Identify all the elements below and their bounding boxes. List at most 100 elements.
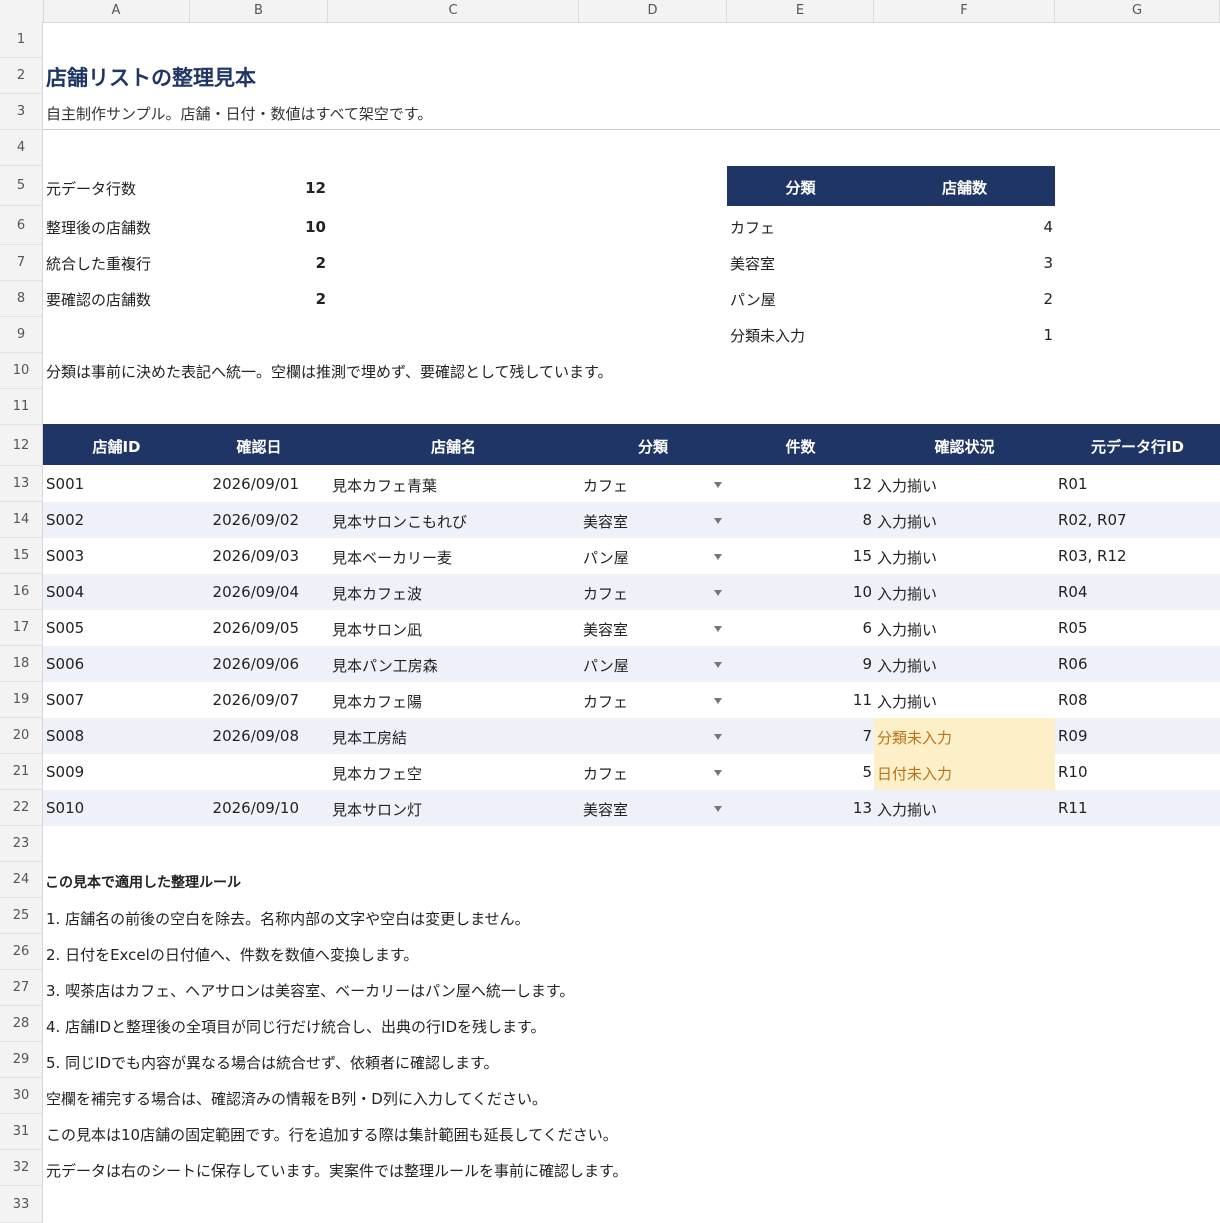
note-text[interactable]: 分類は事前に決めた表記へ統一。空欄は推測で埋めず、要確認として残しています。 — [46, 361, 613, 382]
cell-store-name[interactable]: 見本カフェ波 — [332, 583, 572, 604]
rule-item[interactable]: 5. 同じIDでも内容が異なる場合は統合せず、依頼者に確認します。 — [46, 1052, 499, 1073]
cell-store-id[interactable]: S002 — [46, 511, 186, 529]
category-name[interactable]: 分類未入力 — [730, 325, 805, 346]
dropdown-arrow-icon[interactable] — [714, 806, 722, 812]
cell-source-row-id[interactable]: R01 — [1058, 475, 1218, 493]
cell-source-row-id[interactable]: R03, R12 — [1058, 547, 1218, 565]
row-header[interactable]: 16 — [0, 574, 43, 610]
column-header-g[interactable]: G — [1055, 0, 1220, 22]
cell-store-id[interactable]: S004 — [46, 583, 186, 601]
row-header[interactable]: 6 — [0, 206, 43, 245]
row-header[interactable]: 19 — [0, 682, 43, 718]
row-header[interactable]: 17 — [0, 610, 43, 646]
row-header[interactable]: 10 — [0, 353, 43, 389]
cell-count[interactable]: 10 — [727, 583, 872, 601]
dropdown-arrow-icon[interactable] — [714, 662, 722, 668]
cell-status[interactable]: 日付未入力 — [877, 763, 1053, 784]
cell-status[interactable]: 入力揃い — [877, 655, 1053, 676]
column-header-e[interactable]: E — [727, 0, 874, 22]
column-header-c[interactable]: C — [328, 0, 579, 22]
header-check-date[interactable]: 確認日 — [190, 436, 328, 457]
cell-store-id[interactable]: S001 — [46, 475, 186, 493]
summary-value[interactable]: 10 — [190, 218, 326, 236]
cell-source-row-id[interactable]: R04 — [1058, 583, 1218, 601]
category-count[interactable]: 2 — [874, 290, 1053, 308]
category-header-cell[interactable]: 分類 — [727, 177, 874, 198]
cell-check-date[interactable]: 2026/09/03 — [190, 547, 299, 565]
row-header[interactable]: 25 — [0, 898, 43, 934]
cell-status[interactable]: 入力揃い — [877, 583, 1053, 604]
cell-status[interactable]: 入力揃い — [877, 691, 1053, 712]
cell-count[interactable]: 12 — [727, 475, 872, 493]
column-header-d[interactable]: D — [579, 0, 727, 22]
cell-store-name[interactable]: 見本工房結 — [332, 727, 572, 748]
row-header[interactable]: 8 — [0, 281, 43, 317]
cell-store-name[interactable]: 見本サロン凪 — [332, 619, 572, 640]
row-header[interactable]: 9 — [0, 317, 43, 353]
cell-status[interactable]: 入力揃い — [877, 511, 1053, 532]
cell-category[interactable]: 美容室 — [583, 511, 693, 532]
select-all-corner[interactable] — [0, 0, 44, 22]
cell-store-id[interactable]: S006 — [46, 655, 186, 673]
category-count[interactable]: 3 — [874, 254, 1053, 272]
cell-store-name[interactable]: 見本カフェ青葉 — [332, 475, 572, 496]
cell-store-id[interactable]: S003 — [46, 547, 186, 565]
usage-note[interactable]: 元データは右のシートに保存しています。実案件では整理ルールを事前に確認します。 — [46, 1160, 628, 1181]
category-count[interactable]: 4 — [874, 218, 1053, 236]
category-count[interactable]: 1 — [874, 326, 1053, 344]
cell-source-row-id[interactable]: R08 — [1058, 691, 1218, 709]
category-name[interactable]: 美容室 — [730, 253, 775, 274]
row-header[interactable]: 18 — [0, 646, 43, 682]
category-name[interactable]: カフェ — [730, 217, 775, 238]
cell-source-row-id[interactable]: R06 — [1058, 655, 1218, 673]
cell-store-name[interactable]: 見本ベーカリー麦 — [332, 547, 572, 568]
summary-value[interactable]: 2 — [190, 290, 326, 308]
summary-label[interactable]: 統合した重複行 — [46, 253, 151, 274]
cell-store-id[interactable]: S009 — [46, 763, 186, 781]
cell-status[interactable]: 分類未入力 — [877, 727, 1053, 748]
cell-category[interactable]: 美容室 — [583, 799, 693, 820]
row-header[interactable]: 5 — [0, 166, 43, 206]
cell-count[interactable]: 11 — [727, 691, 872, 709]
row-header[interactable]: 15 — [0, 538, 43, 574]
cell-count[interactable]: 15 — [727, 547, 872, 565]
cell-store-id[interactable]: S010 — [46, 799, 186, 817]
row-header[interactable]: 7 — [0, 245, 43, 281]
dropdown-arrow-icon[interactable] — [714, 518, 722, 524]
row-header[interactable]: 26 — [0, 934, 43, 970]
row-header[interactable]: 28 — [0, 1006, 43, 1042]
cell-check-date[interactable]: 2026/09/04 — [190, 583, 299, 601]
count-header-cell[interactable]: 店舗数 — [874, 177, 1055, 198]
summary-value[interactable]: 12 — [190, 179, 326, 197]
dropdown-arrow-icon[interactable] — [714, 554, 722, 560]
row-header[interactable]: 2 — [0, 58, 43, 94]
row-header[interactable]: 23 — [0, 826, 43, 862]
rule-item[interactable]: 2. 日付をExcelの日付値へ、件数を数値へ変換します。 — [46, 944, 418, 965]
header-source-row-id[interactable]: 元データ行ID — [1055, 436, 1220, 457]
cell-source-row-id[interactable]: R05 — [1058, 619, 1218, 637]
cell-store-name[interactable]: 見本パン工房森 — [332, 655, 572, 676]
cell-source-row-id[interactable]: R11 — [1058, 799, 1218, 817]
cell-store-name[interactable]: 見本カフェ空 — [332, 763, 572, 784]
column-header-a[interactable]: A — [43, 0, 190, 22]
cell-store-name[interactable]: 見本カフェ陽 — [332, 691, 572, 712]
cell-count[interactable]: 7 — [727, 727, 872, 745]
dropdown-arrow-icon[interactable] — [714, 590, 722, 596]
header-status[interactable]: 確認状況 — [874, 436, 1055, 457]
dropdown-arrow-icon[interactable] — [714, 626, 722, 632]
cell-category[interactable]: カフェ — [583, 583, 693, 604]
summary-label[interactable]: 整理後の店舗数 — [46, 217, 151, 238]
cell-category[interactable]: パン屋 — [583, 655, 693, 676]
cell-source-row-id[interactable]: R09 — [1058, 727, 1218, 745]
cell-store-id[interactable]: S007 — [46, 691, 186, 709]
cell-category[interactable]: パン屋 — [583, 547, 693, 568]
row-header[interactable]: 30 — [0, 1078, 43, 1114]
cell-category[interactable]: カフェ — [583, 691, 693, 712]
summary-label[interactable]: 要確認の店舗数 — [46, 289, 151, 310]
cell-source-row-id[interactable]: R02, R07 — [1058, 511, 1218, 529]
rule-item[interactable]: 3. 喫茶店はカフェ、ヘアサロンは美容室、ベーカリーはパン屋へ統一します。 — [46, 980, 574, 1001]
row-header[interactable]: 14 — [0, 502, 43, 538]
cell-store-name[interactable]: 見本サロン灯 — [332, 799, 572, 820]
cell-count[interactable]: 6 — [727, 619, 872, 637]
row-header[interactable]: 29 — [0, 1042, 43, 1078]
